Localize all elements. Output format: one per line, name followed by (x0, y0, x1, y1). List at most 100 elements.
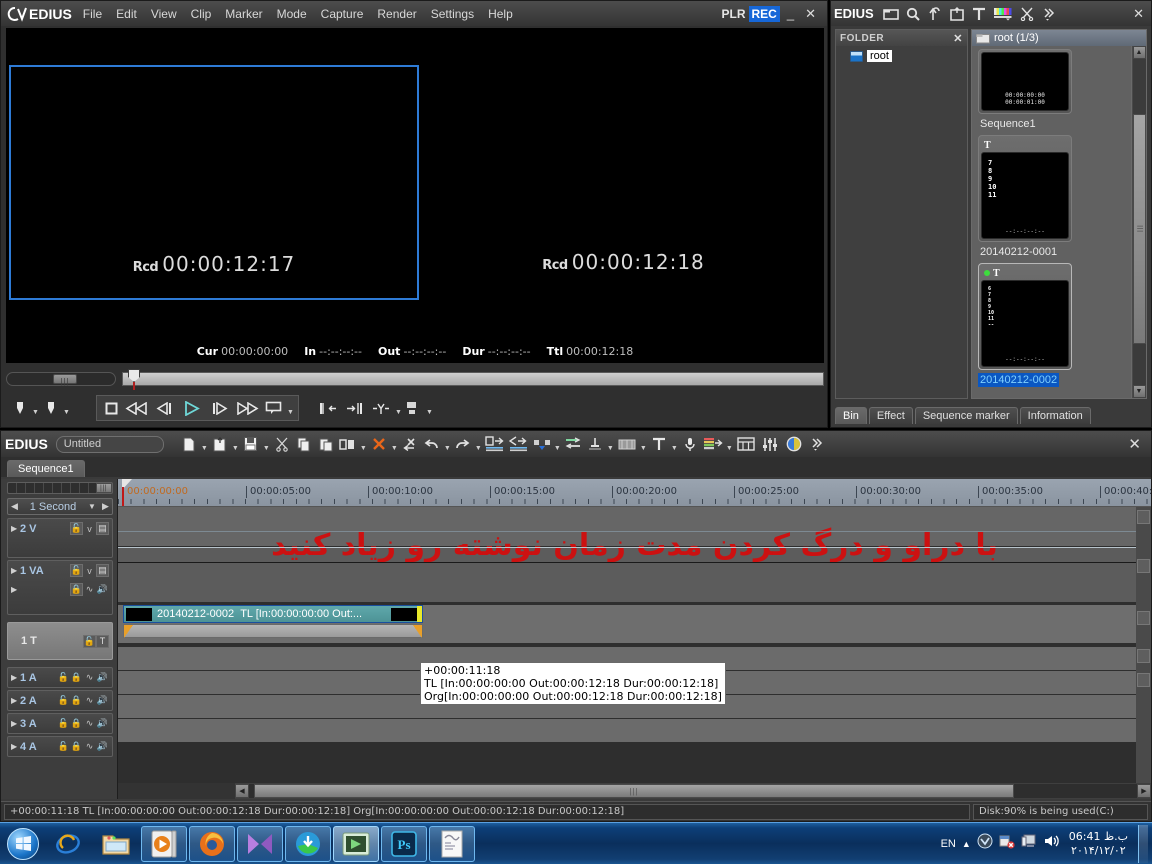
expand-icon[interactable]: ▶ (11, 742, 20, 751)
add-clip-icon[interactable] (946, 4, 968, 24)
copy-icon[interactable] (293, 434, 315, 454)
document-icon[interactable] (429, 825, 475, 862)
player-scrubber[interactable] (122, 369, 824, 390)
timecode-ttl[interactable]: Ttl 00:00:12:18 (547, 340, 634, 359)
timeline-playhead[interactable] (122, 479, 132, 506)
menu-edit[interactable]: Edit (109, 4, 144, 24)
track-scroll-handle[interactable] (1137, 673, 1150, 687)
waveform-icon[interactable]: ∿ (83, 583, 96, 596)
visibility-icon[interactable]: v (83, 522, 96, 535)
new-project-icon[interactable] (178, 434, 200, 454)
timeline-clip[interactable]: 20140212-0002 TL [In:00:00:00:00 Out:... (123, 605, 423, 623)
marker-dropdown-icon[interactable]: ▼ (639, 434, 648, 454)
lock-icon[interactable]: 🔓 (57, 694, 70, 707)
audio-lock-icon[interactable]: 🔒 (70, 694, 83, 707)
timeline-vertical-scrollbar[interactable] (1136, 507, 1151, 783)
expand-audio-icon[interactable]: ▶ (11, 585, 20, 594)
volume-knob[interactable]: ||| (53, 374, 77, 386)
track-matte-icon[interactable] (734, 434, 758, 454)
download-manager-icon[interactable] (285, 825, 331, 862)
timeline-close-button[interactable]: ✕ (1128, 435, 1147, 453)
scroll-thumb[interactable]: ☰ (1132, 114, 1146, 344)
volume-icon[interactable] (1043, 833, 1059, 854)
delete-dropdown-icon[interactable]: ▼ (390, 434, 399, 454)
clip-list-scrollbar[interactable]: ▲ ☰ ▼ (1131, 46, 1146, 398)
speaker-icon[interactable]: 🔊 (96, 717, 109, 730)
add-cut-dropdown-icon[interactable]: ▼ (606, 434, 615, 454)
audio-lock-icon[interactable]: 🔒 (70, 740, 83, 753)
trim-in-icon[interactable] (316, 398, 342, 418)
fade-in-handle[interactable] (124, 625, 133, 638)
clip-mixer-lane[interactable] (123, 624, 423, 638)
lock-icon[interactable]: 🔓 (70, 522, 83, 535)
menu-settings[interactable]: Settings (424, 4, 481, 24)
scroll-right-icon[interactable]: ▶ (1137, 784, 1151, 798)
export-dropdown-icon[interactable]: ▼ (725, 434, 734, 454)
replace-dropdown-icon[interactable]: ▼ (359, 434, 368, 454)
mark-in-dropdown-icon[interactable]: ▼ (31, 398, 40, 418)
bin-clip-item[interactable]: T 78 9 10 11 --:--:--:-- 20140212-0001 (978, 135, 1131, 260)
playback-dropdown-icon[interactable]: ▼ (286, 398, 295, 418)
tab-effect[interactable]: Effect (868, 407, 913, 424)
track-lane-2v[interactable] (118, 507, 1136, 546)
video-mute-icon[interactable]: ▤ (96, 564, 109, 577)
fast-forward-icon[interactable] (232, 398, 262, 418)
movie-maker-icon[interactable] (237, 825, 283, 862)
mark-out-icon[interactable] (40, 398, 62, 418)
speaker-icon[interactable]: 🔊 (96, 671, 109, 684)
track-lane-4a[interactable] (118, 719, 1136, 742)
export-still-icon[interactable] (403, 398, 425, 418)
lock-icon[interactable]: 🔓 (70, 564, 83, 577)
paste-icon[interactable] (315, 434, 337, 454)
clip-thumbnail[interactable]: T 78 9 10 11 --:--:--:-- (978, 135, 1072, 242)
menu-clip[interactable]: Clip (184, 4, 219, 24)
clip-list[interactable]: 00:00:00:00 00:00:01:00 Sequence1 T 7 8 … (972, 46, 1146, 398)
close-button[interactable]: ✕ (801, 6, 820, 22)
firefox-icon[interactable] (189, 825, 235, 862)
lock-icon[interactable]: 🔓 (57, 717, 70, 730)
loop-playback-icon[interactable] (262, 398, 286, 418)
tab-sequence1[interactable]: Sequence1 (7, 460, 85, 477)
mark-in-icon[interactable] (9, 398, 31, 418)
transition-dropdown-icon[interactable]: ▼ (553, 434, 562, 454)
trim-out-icon[interactable] (342, 398, 368, 418)
windows-explorer-icon[interactable] (93, 826, 139, 862)
timecode-out[interactable]: Out --:--:--:-- (378, 340, 446, 359)
speaker-icon[interactable]: 🔊 (96, 583, 109, 596)
expand-icon[interactable]: ▶ (11, 524, 20, 533)
timecode-in[interactable]: In --:--:--:-- (304, 340, 362, 359)
speaker-icon[interactable]: 🔊 (96, 740, 109, 753)
up-level-icon[interactable] (924, 4, 946, 24)
title-track-icon[interactable]: T (96, 634, 109, 648)
undo-dropdown-icon[interactable]: ▼ (443, 434, 452, 454)
recorder-monitor[interactable]: Rcd 00:00:12:18 (421, 65, 826, 300)
timeline-zoom-slider[interactable]: ||| (7, 482, 113, 494)
track-scroll-handle[interactable] (1137, 649, 1150, 663)
tab-sequence-marker[interactable]: Sequence marker (914, 407, 1018, 424)
track-scroll-handle[interactable] (1137, 611, 1150, 625)
scroll-down-icon[interactable]: ▼ (1132, 385, 1146, 398)
replace-icon[interactable] (337, 434, 359, 454)
redo-icon[interactable] (452, 434, 474, 454)
lock-icon[interactable]: 🔓 (57, 740, 70, 753)
bin-clip-item[interactable]: 00:00:00:00 00:00:01:00 Sequence1 (978, 49, 1131, 132)
ripple-overwrite-icon[interactable] (507, 434, 531, 454)
open-project-dropdown-icon[interactable]: ▼ (231, 434, 240, 454)
tab-bin[interactable]: Bin (835, 407, 867, 424)
track-header-2a[interactable]: ▶ 2 A 🔓 🔒 ∿ 🔊 (7, 690, 113, 711)
waveform-icon[interactable]: ∿ (83, 717, 96, 730)
rewind-icon[interactable] (122, 398, 152, 418)
menu-marker[interactable]: Marker (218, 4, 269, 24)
waveform-icon[interactable]: ∿ (83, 671, 96, 684)
clip-label[interactable]: 20140212-0001 (978, 245, 1059, 259)
open-project-icon[interactable] (209, 434, 231, 454)
redo-dropdown-icon[interactable]: ▼ (474, 434, 483, 454)
action-center-icon[interactable] (977, 833, 993, 854)
fade-out-handle[interactable] (413, 625, 422, 638)
folder-icon[interactable] (880, 4, 902, 24)
show-hidden-icons-icon[interactable]: ▲ (962, 839, 971, 849)
add-cut-icon[interactable] (584, 434, 606, 454)
track-header-3a[interactable]: ▶ 3 A 🔓 🔒 ∿ 🔊 (7, 713, 113, 734)
menu-file[interactable]: File (76, 4, 109, 24)
timeline-unit-selector[interactable]: ◀ 1 Second ▼ ▶ (7, 498, 113, 515)
